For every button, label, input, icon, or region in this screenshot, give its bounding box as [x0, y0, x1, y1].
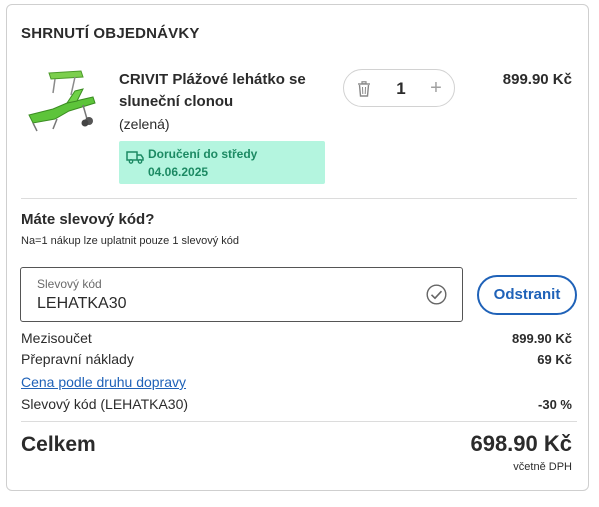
item-price: 899.90 Kč [502, 71, 572, 88]
discount-value: -30 % [538, 397, 572, 412]
vat-note: včetně DPH [513, 461, 572, 473]
total-value: 698.90 Kč [470, 431, 572, 456]
delivery-label: Doručení do středy [148, 147, 258, 161]
total-label: Celkem [21, 433, 96, 456]
beach-lounger-image[interactable] [23, 63, 99, 135]
shipping-label: Přepravní náklady [21, 351, 134, 367]
discount-label: Slevový kód (LEHATKA30) [21, 396, 189, 412]
order-summary-card: SHRNUTÍ OBJEDNÁVKY CRIVIT Plážové lehátk… [6, 4, 589, 491]
quantity-value[interactable]: 1 [393, 79, 409, 99]
delivery-date: 04.06.2025 [148, 165, 209, 179]
remove-promo-button[interactable]: Odstranit [477, 275, 577, 315]
shipping-price-link[interactable]: Cena podle druhu dopravy [21, 374, 186, 390]
divider [21, 198, 577, 199]
product-name[interactable]: CRIVIT Plážové lehátko se sluneční clono… [119, 69, 329, 113]
promo-field-value[interactable]: LEHATKA30 [37, 295, 127, 313]
divider [21, 421, 577, 422]
order-summary-title: SHRNUTÍ OBJEDNÁVKY [21, 25, 200, 42]
shipping-value: 69 Kč [537, 352, 572, 367]
promo-code-field[interactable]: Slevový kód LEHATKA30 [20, 267, 463, 322]
plus-icon[interactable]: + [429, 78, 443, 98]
promo-note: Na=1 nákup lze uplatnit pouze 1 slevový … [21, 235, 240, 247]
subtotal-value: 899.90 Kč [512, 331, 572, 346]
quantity-stepper: 1 + [343, 69, 455, 107]
promo-field-label: Slevový kód [37, 277, 102, 291]
subtotal-label: Mezisoučet [21, 330, 92, 346]
check-circle-icon [426, 284, 447, 305]
truck-icon [126, 151, 144, 164]
promo-title: Máte slevový kód? [21, 211, 155, 228]
delivery-badge: Doručení do středy 04.06.2025 [119, 141, 325, 184]
trash-icon[interactable] [357, 81, 371, 97]
product-variant: (zelená) [119, 116, 170, 132]
